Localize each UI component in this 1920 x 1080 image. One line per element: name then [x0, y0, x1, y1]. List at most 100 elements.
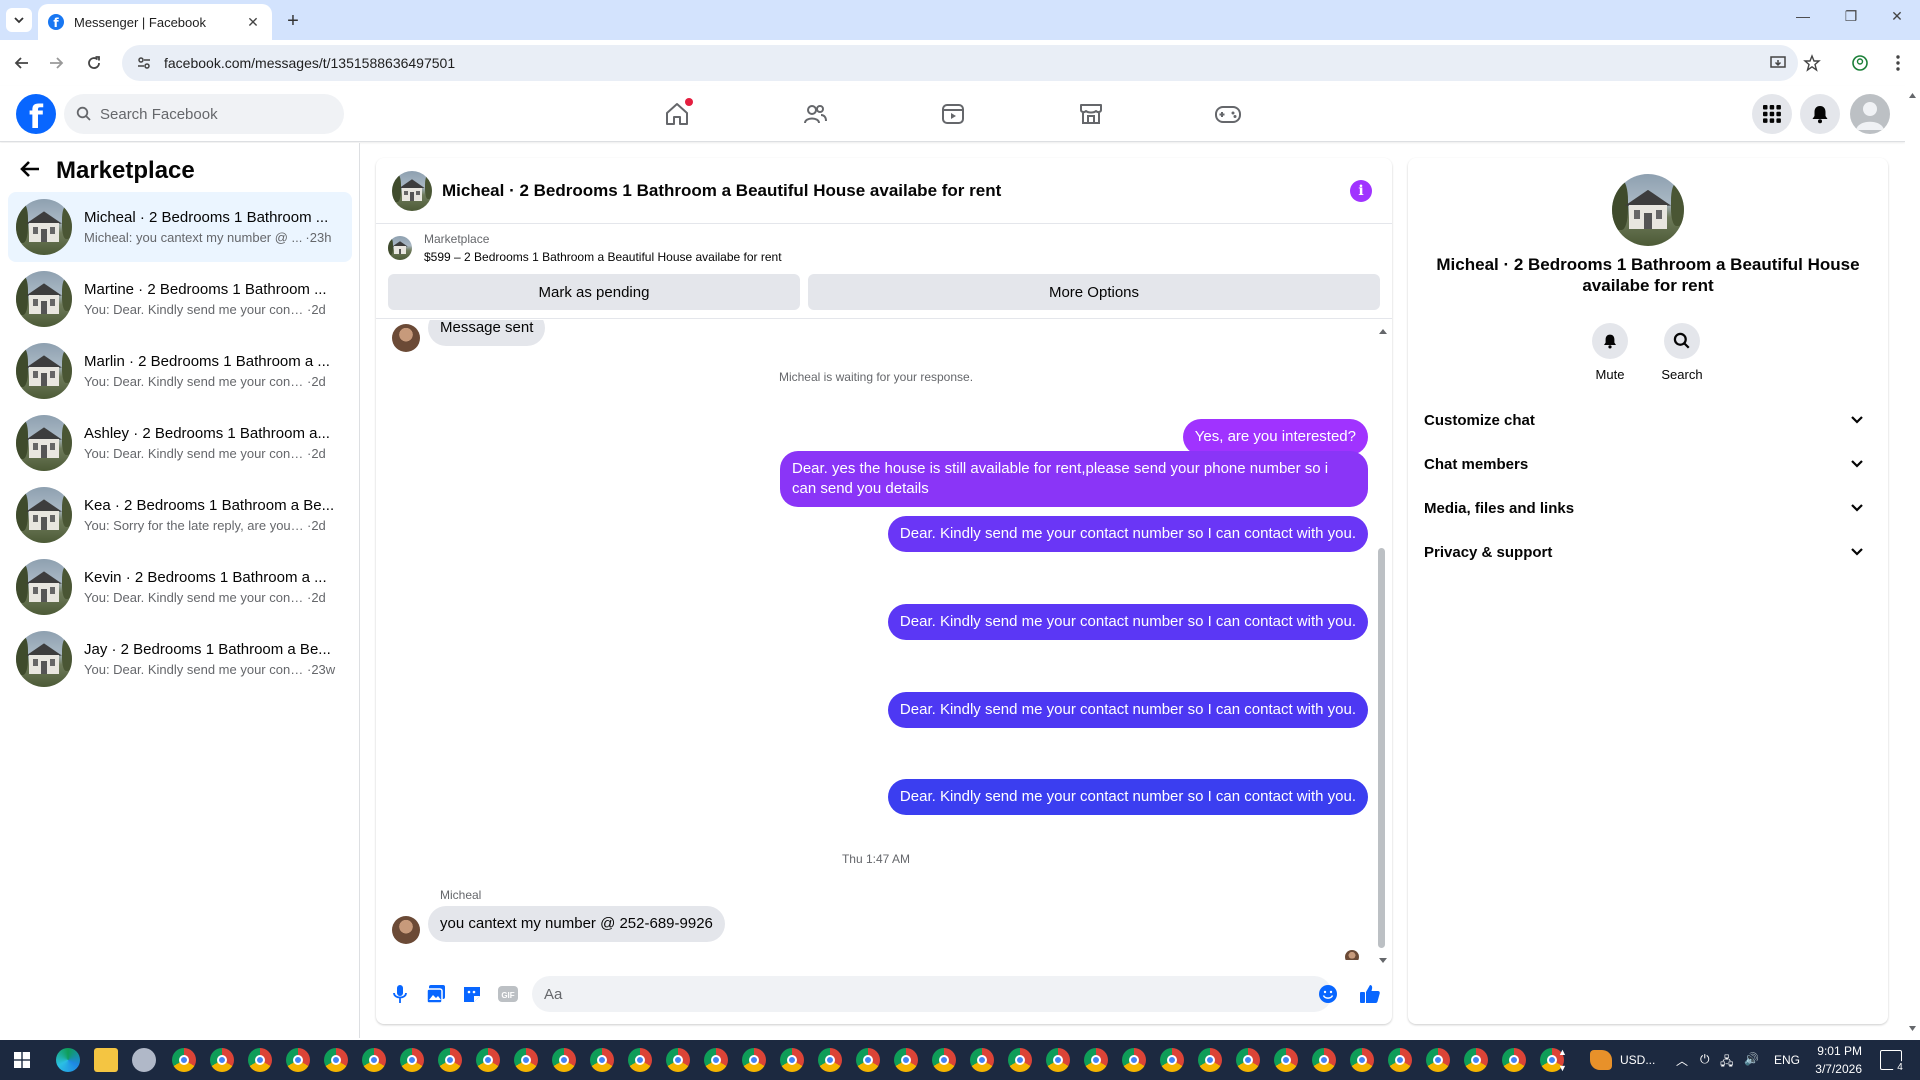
currency-widget[interactable]: USD...	[1620, 1053, 1655, 1067]
chrome-taskbar-icon[interactable]	[818, 1048, 842, 1072]
conversation-item[interactable]: Micheal · 2 Bedrooms 1 Bathroom ... Mich…	[8, 192, 352, 262]
restore-icon[interactable]: ❐	[1836, 8, 1866, 25]
taskbar-scroll-icon[interactable]: ▲ ▼	[1558, 1044, 1567, 1076]
chrome-taskbar-icon[interactable]	[742, 1048, 766, 1072]
video-icon[interactable]	[939, 100, 967, 128]
minimize-icon[interactable]: —	[1788, 8, 1818, 24]
chrome-taskbar-icon[interactable]	[210, 1048, 234, 1072]
chrome-taskbar-icon[interactable]	[666, 1048, 690, 1072]
customize-chat-row[interactable]: Customize chat	[1424, 398, 1880, 442]
chrome-taskbar-icon[interactable]	[1426, 1048, 1450, 1072]
scroll-down-arrow[interactable]	[1378, 952, 1388, 963]
privacy-support-row[interactable]: Privacy & support	[1424, 530, 1880, 574]
chrome-taskbar-icon[interactable]	[438, 1048, 462, 1072]
chrome-taskbar-icon[interactable]	[1046, 1048, 1070, 1072]
mark-as-pending-button[interactable]: Mark as pending	[388, 274, 800, 310]
home-icon[interactable]	[663, 98, 693, 128]
app-icon[interactable]	[132, 1048, 156, 1072]
back-arrow-icon[interactable]	[20, 158, 40, 184]
page-scrollbar[interactable]	[1905, 86, 1920, 1038]
search-conversation-button[interactable]: Search	[1652, 323, 1712, 382]
more-options-button[interactable]: More Options	[808, 274, 1380, 310]
tab-close-icon[interactable]: ✕	[244, 13, 262, 31]
chrome-taskbar-icon[interactable]	[1198, 1048, 1222, 1072]
chrome-taskbar-icon[interactable]	[1312, 1048, 1336, 1072]
edge-icon[interactable]	[56, 1048, 80, 1072]
clock-date[interactable]: 3/7/2026	[1808, 1062, 1862, 1076]
marketplace-icon[interactable]	[1077, 100, 1105, 128]
conversation-item[interactable]: Marlin · 2 Bedrooms 1 Bathroom a ... You…	[8, 336, 352, 406]
weather-icon[interactable]	[1590, 1050, 1612, 1070]
message-input[interactable]: Aa	[532, 976, 1332, 1012]
volume-icon[interactable]: 🔊	[1744, 1052, 1759, 1066]
language-indicator[interactable]: ENG	[1774, 1053, 1800, 1067]
microphone-icon[interactable]	[388, 982, 412, 1006]
notification-center-icon[interactable]: 4	[1880, 1050, 1907, 1075]
chat-listing-thumbnail[interactable]	[392, 170, 432, 211]
browser-tab[interactable]: f Messenger | Facebook ✕	[38, 4, 272, 40]
file-explorer-icon[interactable]	[94, 1048, 118, 1072]
chrome-taskbar-icon[interactable]	[970, 1048, 994, 1072]
conversation-item[interactable]: Ashley · 2 Bedrooms 1 Bathroom a... You:…	[8, 408, 352, 478]
photo-icon[interactable]	[424, 982, 448, 1006]
chrome-taskbar-icon[interactable]	[1084, 1048, 1108, 1072]
facebook-search-input[interactable]: Search Facebook	[64, 94, 344, 134]
chrome-taskbar-icon[interactable]	[1236, 1048, 1260, 1072]
chat-title[interactable]: Micheal · 2 Bedrooms 1 Bathroom a Beauti…	[442, 181, 1001, 201]
menu-dots-icon[interactable]	[1886, 51, 1910, 75]
chrome-taskbar-icon[interactable]	[932, 1048, 956, 1072]
windows-start-icon[interactable]	[14, 1052, 30, 1068]
friends-icon[interactable]	[801, 100, 829, 128]
site-info-icon[interactable]	[136, 55, 152, 71]
chrome-taskbar-icon[interactable]	[1160, 1048, 1184, 1072]
emoji-icon[interactable]	[1316, 982, 1340, 1006]
chrome-taskbar-icon[interactable]	[1008, 1048, 1032, 1072]
chrome-taskbar-icon[interactable]	[1502, 1048, 1526, 1072]
chrome-taskbar-icon[interactable]	[1350, 1048, 1374, 1072]
back-icon[interactable]	[10, 51, 34, 75]
network-icon[interactable]: 🖧	[1720, 1052, 1733, 1073]
chrome-taskbar-icon[interactable]	[1388, 1048, 1412, 1072]
account-avatar[interactable]	[1850, 94, 1890, 134]
media-files-links-row[interactable]: Media, files and links	[1424, 486, 1880, 530]
chrome-taskbar-icon[interactable]	[704, 1048, 728, 1072]
chat-scrollbar[interactable]	[1378, 548, 1385, 948]
chrome-taskbar-icon[interactable]	[552, 1048, 576, 1072]
gif-icon[interactable]: GIF	[496, 982, 520, 1006]
conversation-item[interactable]: Martine · 2 Bedrooms 1 Bathroom ... You:…	[8, 264, 352, 334]
chrome-taskbar-icon[interactable]	[1274, 1048, 1298, 1072]
address-bar[interactable]: facebook.com/messages/t/1351588636497501	[122, 45, 1798, 81]
bookmark-star-icon[interactable]	[1800, 51, 1824, 75]
tray-chevron-icon[interactable]: ︿	[1676, 1052, 1688, 1069]
message-thread[interactable]: Message sent Micheal is waiting for your…	[376, 320, 1392, 960]
facebook-logo-icon[interactable]: f	[16, 94, 56, 134]
chrome-taskbar-icon[interactable]	[1464, 1048, 1488, 1072]
conversation-item[interactable]: Kea · 2 Bedrooms 1 Bathroom a Be... You:…	[8, 480, 352, 550]
sticker-icon[interactable]	[460, 982, 484, 1006]
chrome-taskbar-icon[interactable]	[856, 1048, 880, 1072]
chat-members-row[interactable]: Chat members	[1424, 442, 1880, 486]
gaming-icon[interactable]	[1214, 100, 1242, 128]
tray-device-icon[interactable]: ⏻	[1700, 1052, 1710, 1067]
menu-grid-icon[interactable]	[1752, 94, 1792, 134]
chrome-taskbar-icon[interactable]	[324, 1048, 348, 1072]
chrome-taskbar-icon[interactable]	[894, 1048, 918, 1072]
like-thumbs-up-icon[interactable]	[1358, 982, 1382, 1006]
chrome-taskbar-icon[interactable]	[248, 1048, 272, 1072]
notifications-bell-icon[interactable]	[1800, 94, 1840, 134]
conversation-item[interactable]: Kevin · 2 Bedrooms 1 Bathroom a ... You:…	[8, 552, 352, 622]
listing-banner[interactable]: Marketplace $599 – 2 Bedrooms 1 Bathroom…	[388, 232, 782, 264]
chrome-taskbar-icon[interactable]	[628, 1048, 652, 1072]
clock-time[interactable]: 9:01 PM	[1812, 1044, 1862, 1058]
chrome-taskbar-icon[interactable]	[362, 1048, 386, 1072]
chrome-taskbar-icon[interactable]	[172, 1048, 196, 1072]
chrome-taskbar-icon[interactable]	[476, 1048, 500, 1072]
scroll-up-arrow[interactable]	[1378, 322, 1388, 334]
info-icon[interactable]: i	[1350, 180, 1372, 202]
window-close-icon[interactable]: ✕	[1882, 8, 1912, 25]
install-app-icon[interactable]	[1766, 51, 1790, 75]
chrome-taskbar-icon[interactable]	[286, 1048, 310, 1072]
mute-button[interactable]: Mute	[1580, 323, 1640, 382]
conversation-item[interactable]: Jay · 2 Bedrooms 1 Bathroom a Be... You:…	[8, 624, 352, 694]
chrome-taskbar-icon[interactable]	[780, 1048, 804, 1072]
